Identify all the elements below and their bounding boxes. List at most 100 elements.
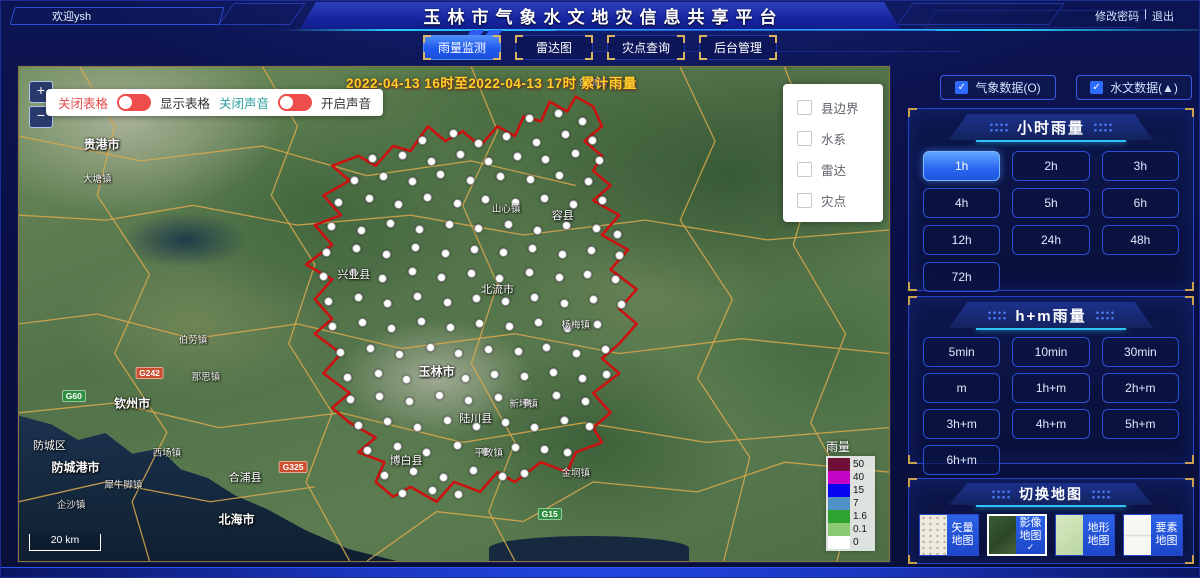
station-marker[interactable] — [387, 324, 396, 333]
nav-tab[interactable]: 后台管理 — [699, 35, 777, 60]
station-marker[interactable] — [380, 471, 389, 480]
layer-row[interactable]: 水系 — [783, 123, 883, 154]
map-type-tile[interactable]: 地形地图 — [1055, 514, 1115, 556]
station-marker[interactable] — [363, 446, 372, 455]
station-marker[interactable] — [499, 248, 508, 257]
rain-period-button[interactable]: 3h+m — [923, 409, 1000, 439]
station-marker[interactable] — [383, 299, 392, 308]
station-marker[interactable] — [395, 350, 404, 359]
rain-period-button[interactable]: 6h — [1102, 188, 1179, 218]
station-marker[interactable] — [490, 370, 499, 379]
logout-link[interactable]: 退出 — [1152, 8, 1174, 24]
station-marker[interactable] — [324, 297, 333, 306]
station-marker[interactable] — [454, 349, 463, 358]
nav-tab[interactable]: 灾点查询 — [607, 35, 685, 60]
station-marker[interactable] — [466, 176, 475, 185]
station-marker[interactable] — [474, 139, 483, 148]
station-marker[interactable] — [368, 154, 377, 163]
station-marker[interactable] — [453, 441, 462, 450]
station-marker[interactable] — [443, 416, 452, 425]
station-marker[interactable] — [530, 423, 539, 432]
station-marker[interactable] — [408, 267, 417, 276]
station-marker[interactable] — [505, 322, 514, 331]
station-marker[interactable] — [349, 268, 358, 277]
rain-period-button[interactable]: 5h+m — [1102, 409, 1179, 439]
station-marker[interactable] — [441, 249, 450, 258]
station-marker[interactable] — [602, 370, 611, 379]
station-marker[interactable] — [563, 448, 572, 457]
station-marker[interactable] — [572, 349, 581, 358]
station-marker[interactable] — [552, 391, 561, 400]
station-marker[interactable] — [549, 368, 558, 377]
station-marker[interactable] — [467, 269, 476, 278]
station-marker[interactable] — [350, 176, 359, 185]
station-marker[interactable] — [432, 368, 441, 377]
station-marker[interactable] — [511, 443, 520, 452]
station-marker[interactable] — [418, 136, 427, 145]
data-source-button[interactable]: ✓ 水文数据(▲) — [1076, 75, 1192, 100]
station-marker[interactable] — [540, 445, 549, 454]
station-marker[interactable] — [530, 293, 539, 302]
station-marker[interactable] — [584, 177, 593, 186]
station-marker[interactable] — [393, 442, 402, 451]
station-marker[interactable] — [453, 199, 462, 208]
station-marker[interactable] — [540, 194, 549, 203]
rain-period-button[interactable]: 4h — [923, 188, 1000, 218]
station-marker[interactable] — [593, 320, 602, 329]
station-marker[interactable] — [555, 171, 564, 180]
nav-tab[interactable]: 雨量监测 — [423, 35, 501, 60]
map-type-tile[interactable]: 矢量地图 — [919, 514, 979, 556]
station-marker[interactable] — [501, 418, 510, 427]
station-marker[interactable] — [542, 343, 551, 352]
station-marker[interactable] — [481, 447, 490, 456]
station-marker[interactable] — [501, 297, 510, 306]
station-marker[interactable] — [435, 391, 444, 400]
station-marker[interactable] — [569, 200, 578, 209]
station-marker[interactable] — [528, 244, 537, 253]
rain-period-button[interactable]: 3h — [1102, 151, 1179, 181]
layer-row[interactable]: 灾点 — [783, 185, 883, 216]
station-marker[interactable] — [498, 472, 507, 481]
station-marker[interactable] — [343, 373, 352, 382]
station-marker[interactable] — [504, 220, 513, 229]
station-marker[interactable] — [598, 196, 607, 205]
station-marker[interactable] — [522, 398, 531, 407]
station-marker[interactable] — [365, 194, 374, 203]
station-marker[interactable] — [446, 323, 455, 332]
station-marker[interactable] — [394, 200, 403, 209]
station-marker[interactable] — [494, 393, 503, 402]
checked-checkbox-icon[interactable]: ✓ — [1090, 81, 1103, 94]
station-marker[interactable] — [561, 130, 570, 139]
station-marker[interactable] — [472, 294, 481, 303]
station-marker[interactable] — [398, 489, 407, 498]
station-marker[interactable] — [423, 193, 432, 202]
checkbox-icon[interactable] — [797, 100, 812, 115]
toggle-switch[interactable] — [117, 94, 151, 111]
checkbox-icon[interactable] — [797, 193, 812, 208]
station-marker[interactable] — [461, 374, 470, 383]
station-marker[interactable] — [513, 152, 522, 161]
layer-row[interactable]: 县边界 — [783, 92, 883, 123]
checked-checkbox-icon[interactable]: ✓ — [955, 81, 968, 94]
station-marker[interactable] — [585, 422, 594, 431]
station-marker[interactable] — [358, 318, 367, 327]
station-marker[interactable] — [374, 369, 383, 378]
station-marker[interactable] — [443, 298, 452, 307]
station-marker[interactable] — [613, 230, 622, 239]
station-marker[interactable] — [555, 273, 564, 282]
station-marker[interactable] — [413, 292, 422, 301]
station-marker[interactable] — [475, 319, 484, 328]
station-marker[interactable] — [319, 272, 328, 281]
station-marker[interactable] — [472, 422, 481, 431]
station-marker[interactable] — [386, 219, 395, 228]
rain-period-button[interactable]: 10min — [1012, 337, 1089, 367]
station-marker[interactable] — [520, 372, 529, 381]
station-marker[interactable] — [526, 175, 535, 184]
nav-tab[interactable]: 雷达图 — [515, 35, 593, 60]
rain-period-button[interactable]: 24h — [1012, 225, 1089, 255]
station-marker[interactable] — [469, 466, 478, 475]
station-marker[interactable] — [588, 136, 597, 145]
station-marker[interactable] — [601, 345, 610, 354]
station-marker[interactable] — [617, 300, 626, 309]
map-type-tile[interactable]: 影像地图 ✓ — [987, 514, 1047, 556]
